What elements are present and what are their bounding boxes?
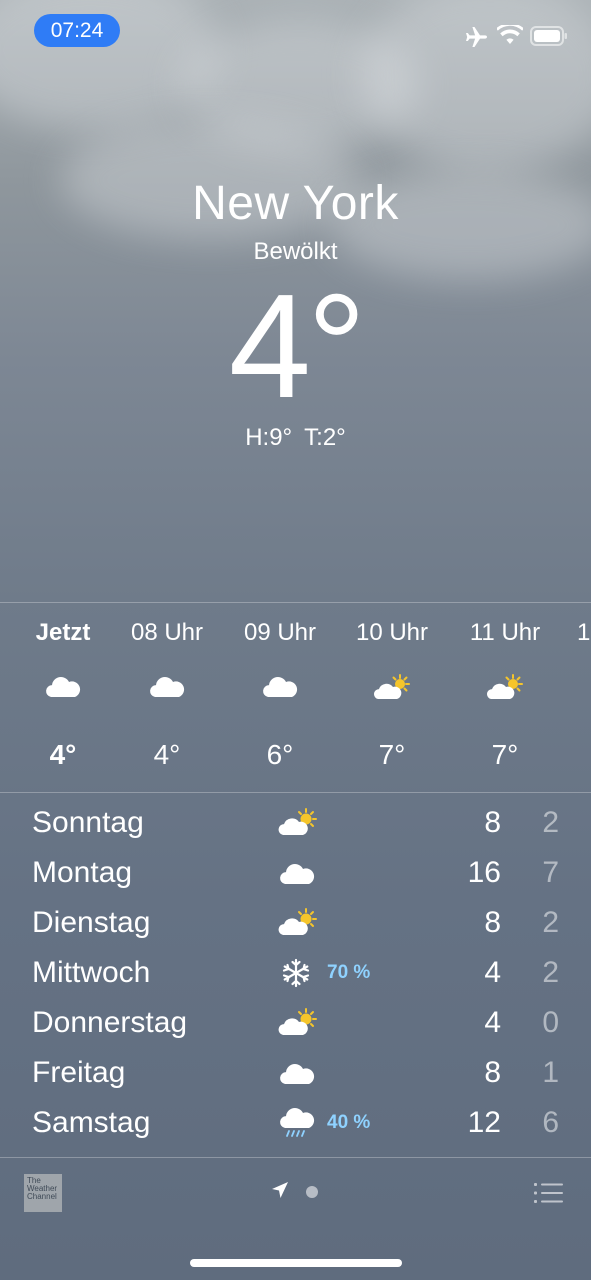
day-high: 8 [484, 806, 501, 839]
snowflake-icon [282, 958, 310, 988]
high-low: H:9° T:2° [0, 424, 591, 452]
hour-label: 11 Uhr [469, 619, 541, 646]
hour-temp: 7° [378, 739, 406, 770]
day-high: 12 [467, 1106, 501, 1139]
low-temperature: T:2° [304, 424, 346, 451]
day-low: 6 [542, 1106, 559, 1139]
day-row: Mittwoch 70 % 4 2 [0, 950, 591, 1000]
high-temperature: H:9° [245, 424, 293, 451]
day-high: 16 [467, 856, 501, 889]
current-temperature: 4° [228, 264, 367, 429]
cloud-icon [263, 677, 298, 697]
weather-condition: Bewölkt [253, 238, 338, 265]
status-time[interactable]: 07:24 [34, 14, 120, 47]
hour-temp: 7° [491, 739, 519, 770]
home-indicator[interactable] [190, 1259, 402, 1267]
day-low: 2 [542, 906, 559, 939]
status-bar: 07:24 [0, 0, 591, 64]
day-row: Samstag 40 % 12 6 [0, 1100, 591, 1150]
day-name: Samstag [32, 1106, 151, 1139]
partly-sunny-icon [278, 808, 317, 835]
day-low: 2 [542, 806, 559, 839]
day-low: 7 [542, 856, 559, 889]
list-icon[interactable] [534, 1182, 564, 1204]
day-name: Mittwoch [32, 956, 151, 989]
city-name: New York [192, 177, 399, 230]
cloud-icon [46, 677, 81, 697]
partly-sunny-icon [373, 674, 410, 699]
wifi-icon [497, 25, 523, 44]
partly-sunny-icon [278, 1008, 317, 1035]
day-row: Freitag 8 1 [0, 1050, 591, 1100]
partly-sunny-icon [278, 908, 317, 935]
precipitation-chance: 70 % [327, 962, 371, 983]
day-high: 8 [484, 1056, 501, 1089]
day-row: Montag 16 7 [0, 850, 591, 900]
airplane-icon [466, 27, 487, 47]
day-low: 1 [542, 1056, 559, 1089]
cloud-icon [280, 1064, 315, 1084]
day-name: Montag [32, 856, 133, 889]
rain-cloud-icon [280, 1108, 315, 1137]
hour-label: 10 Uhr [355, 619, 429, 646]
day-high: 8 [484, 906, 501, 939]
day-row: Donnerstag 4 0 [0, 1000, 591, 1050]
hour-label: Jetzt [35, 619, 91, 646]
day-name: Freitag [32, 1056, 126, 1089]
day-low: 2 [542, 956, 559, 989]
page-indicator[interactable] [306, 1186, 318, 1198]
day-name: Sonntag [32, 806, 144, 839]
hour-temp: 6° [266, 739, 294, 770]
location-arrow-icon[interactable] [270, 1180, 290, 1200]
day-high: 4 [484, 1006, 501, 1039]
divider [0, 792, 591, 793]
day-row: Dienstag 8 2 [0, 900, 591, 950]
hourly-forecast[interactable]: Jetzt 4° 08 Uhr 4° 09 Uhr 6° 10 Uhr 7° 1… [0, 603, 591, 791]
hour-temp: 4° [153, 739, 181, 770]
precipitation-chance: 40 % [327, 1112, 371, 1133]
partly-sunny-icon [486, 674, 523, 699]
battery-icon [530, 26, 567, 46]
hour-label: 09 Uhr [243, 619, 317, 646]
day-row: Sonntag 8 2 [0, 800, 591, 850]
cloud-icon [150, 677, 185, 697]
day-name: Donnerstag [32, 1006, 188, 1039]
hour-temp: 4° [49, 739, 77, 770]
hour-label: 1 [577, 619, 591, 646]
hour-label: 08 Uhr [130, 619, 204, 646]
weather-channel-logo[interactable]: The Weather Channel [24, 1174, 62, 1212]
cloud-icon [280, 864, 315, 884]
day-high: 4 [484, 956, 501, 989]
day-name: Dienstag [32, 906, 151, 939]
day-low: 0 [542, 1006, 559, 1039]
bottom-toolbar: The Weather Channel [0, 1158, 591, 1228]
